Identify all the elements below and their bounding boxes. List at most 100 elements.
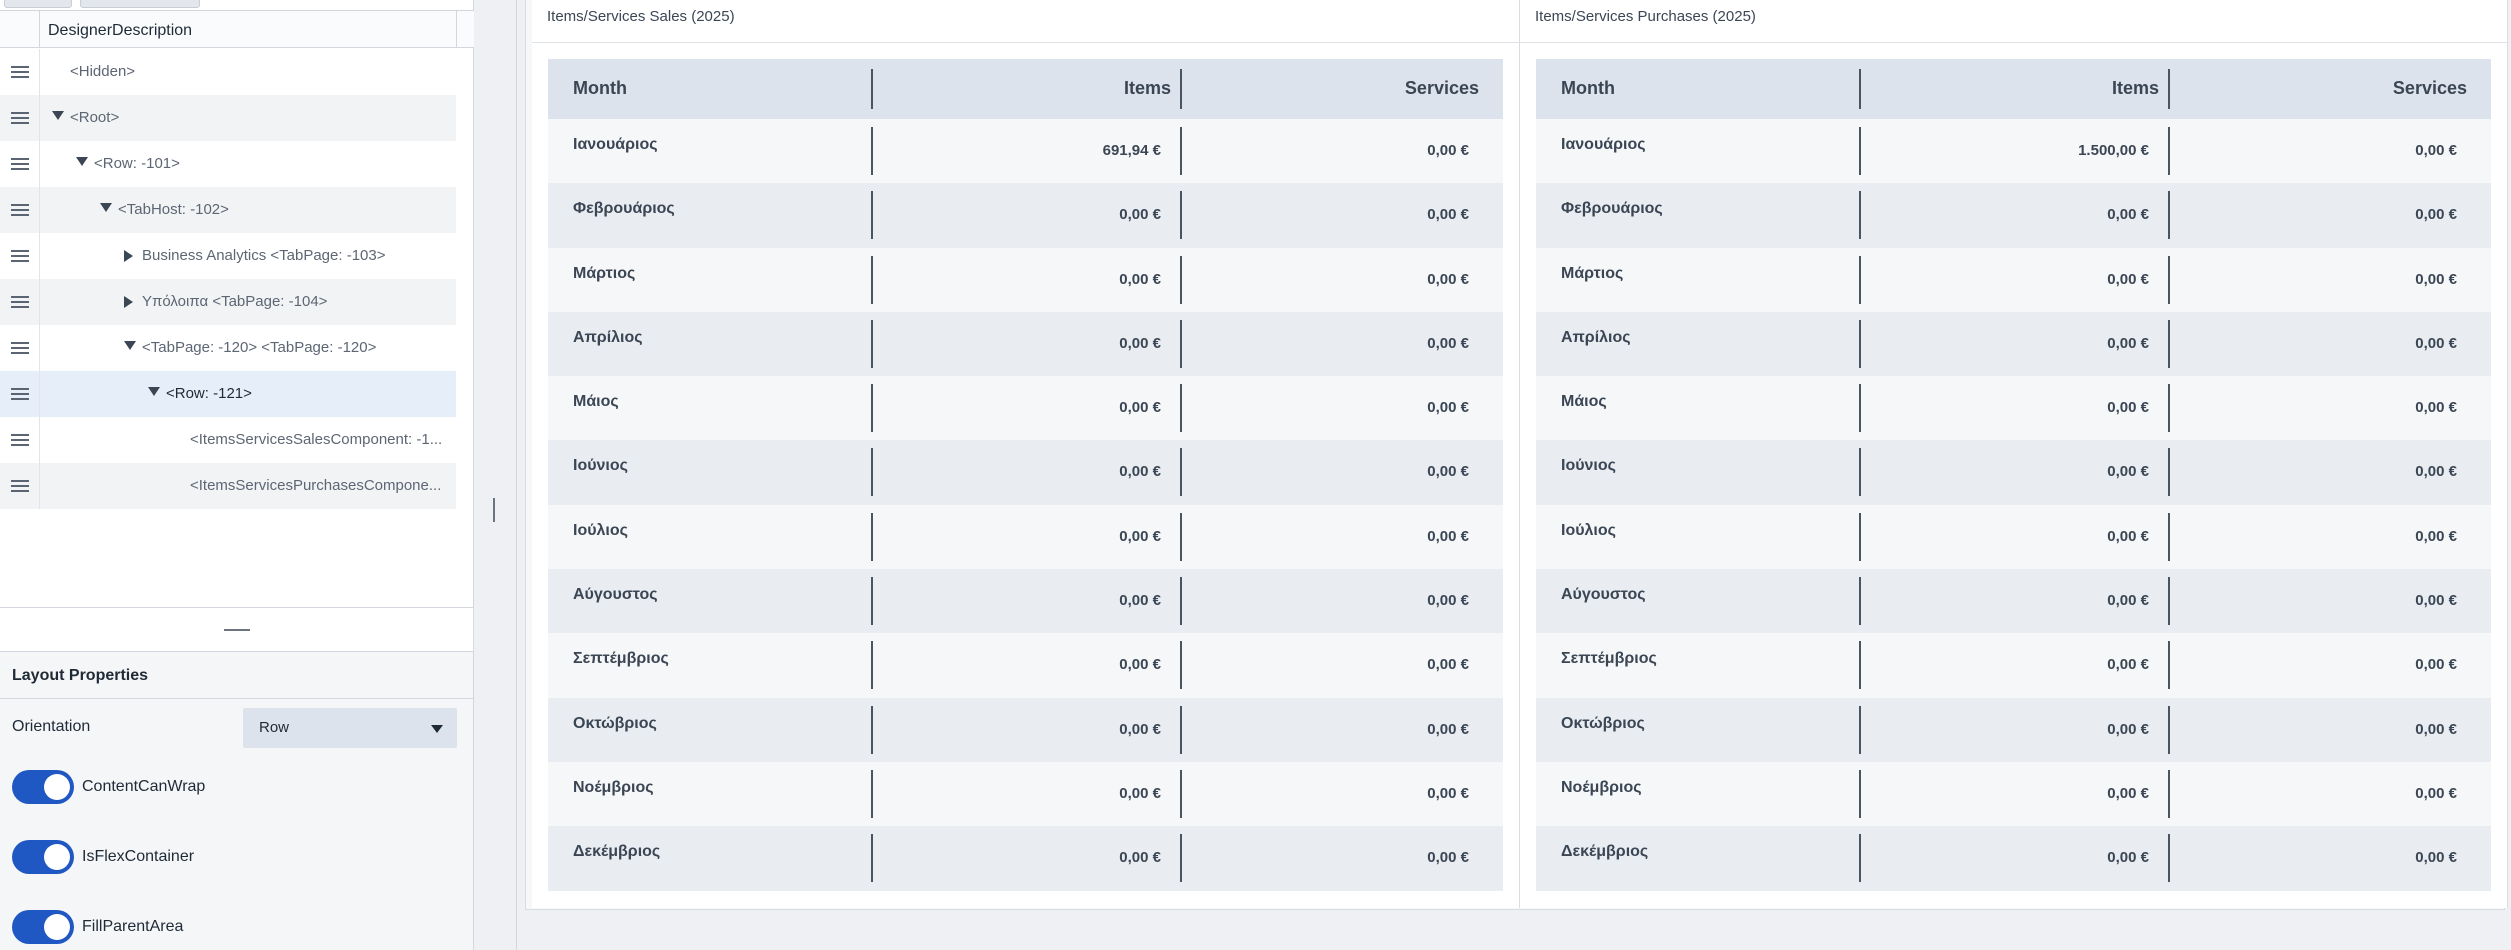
drag-handle-icon[interactable] — [0, 371, 40, 417]
collapse-arrow-icon[interactable] — [52, 111, 64, 120]
cell-divider — [1859, 834, 1861, 883]
items-cell: 0,00 € — [2107, 656, 2149, 674]
items-column-header[interactable]: Items — [1124, 78, 1171, 99]
items-cell: 0,00 € — [2107, 399, 2149, 417]
column-divider[interactable] — [1859, 69, 1861, 109]
drag-handle-icon[interactable] — [0, 325, 40, 371]
collapse-arrow-icon[interactable] — [148, 387, 160, 396]
items-column-header[interactable]: Items — [2112, 78, 2159, 99]
table-row[interactable]: Νοέμβριος 0,00 € 0,00 € — [548, 761, 1503, 827]
table-row[interactable]: Μάρτιος 0,00 € 0,00 € — [548, 247, 1503, 312]
month-cell: Σεπτέμβριος — [1561, 650, 1657, 668]
column-divider[interactable] — [456, 11, 457, 48]
table-row[interactable]: Αύγουστος 0,00 € 0,00 € — [1536, 569, 2491, 634]
table-row[interactable]: Μάρτιος 0,00 € 0,00 € — [1536, 247, 2491, 312]
month-cell: Αύγουστος — [573, 586, 658, 604]
column-divider[interactable] — [2168, 69, 2170, 109]
tree-row[interactable]: <TabPage: -120> <TabPage: -120> — [0, 325, 456, 371]
table-row[interactable]: Ιούνιος 0,00 € 0,00 € — [548, 440, 1503, 505]
orientation-select[interactable]: Row — [243, 708, 457, 748]
table-row[interactable]: Φεβρουάριος 0,00 € 0,00 € — [548, 183, 1503, 248]
services-column-header[interactable]: Services — [2393, 78, 2467, 99]
table-row[interactable]: Οκτώβριος 0,00 € 0,00 € — [548, 697, 1503, 762]
table-row[interactable]: Νοέμβριος 0,00 € 0,00 € — [1536, 761, 2491, 827]
table-row[interactable]: Φεβρουάριος 0,00 € 0,00 € — [1536, 183, 2491, 248]
table-row[interactable]: Απρίλιος 0,00 € 0,00 € — [548, 311, 1503, 377]
month-column-header[interactable]: Month — [1561, 78, 1615, 99]
toggle-switch-fillparentarea[interactable] — [12, 910, 74, 944]
toolbar-button-2[interactable] — [80, 0, 200, 8]
items-cell: 0,00 € — [1119, 784, 1161, 802]
drag-handle-icon[interactable] — [0, 463, 40, 509]
vertical-splitter-handle[interactable] — [493, 498, 495, 522]
table-row[interactable]: Ιούλιος 0,00 € 0,00 € — [1536, 504, 2491, 570]
drag-handle-icon[interactable] — [0, 279, 40, 325]
tree-row[interactable]: Business Analytics <TabPage: -103> — [0, 233, 456, 279]
services-cell: 0,00 € — [1427, 527, 1469, 545]
table-row[interactable]: Σεπτέμβριος 0,00 € 0,00 € — [1536, 633, 2491, 698]
tree-row-label: <Row: -121> — [166, 385, 252, 402]
table-row[interactable]: Αύγουστος 0,00 € 0,00 € — [548, 569, 1503, 634]
services-cell: 0,00 € — [2415, 463, 2457, 481]
items-cell: 0,00 € — [2107, 849, 2149, 867]
tree-row[interactable]: <ItemsServicesPurchasesCompone... — [0, 463, 456, 509]
collapse-arrow-icon[interactable] — [76, 157, 88, 166]
tree-row[interactable]: <ItemsServicesSalesComponent: -1... — [0, 417, 456, 463]
tree-row[interactable]: Υπόλοιπα <TabPage: -104> — [0, 279, 456, 325]
services-column-header[interactable]: Services — [1405, 78, 1479, 99]
drag-handle-icon[interactable] — [0, 417, 40, 463]
toggle-switch-contentcanwrap[interactable] — [12, 770, 74, 804]
table-row[interactable]: Μάιος 0,00 € 0,00 € — [1536, 376, 2491, 441]
month-cell: Μάιος — [573, 393, 619, 411]
table-row[interactable]: Ιανουάριος 1.500,00 € 0,00 € — [1536, 119, 2491, 184]
drag-handle-icon[interactable] — [0, 233, 40, 279]
expand-arrow-icon[interactable] — [124, 296, 133, 308]
services-cell: 0,00 € — [2415, 334, 2457, 352]
cell-divider — [871, 512, 873, 561]
tree-row-label: <ItemsServicesPurchasesCompone... — [190, 477, 442, 494]
month-cell: Απρίλιος — [573, 328, 643, 346]
tree-row[interactable]: <Row: -101> — [0, 141, 456, 187]
tree-row[interactable]: <Hidden> — [0, 49, 456, 95]
main-area: Items/Services Sales (2025) Month Items Se… — [516, 0, 2511, 950]
items-cell: 0,00 € — [1119, 720, 1161, 738]
toggle-switch-isflexcontainer[interactable] — [12, 840, 74, 874]
expand-arrow-icon[interactable] — [124, 250, 133, 262]
table-row[interactable]: Σεπτέμβριος 0,00 € 0,00 € — [548, 633, 1503, 698]
drag-handle-icon[interactable] — [0, 187, 40, 233]
table-row[interactable]: Οκτώβριος 0,00 € 0,00 € — [1536, 697, 2491, 762]
tree-row-label: <TabHost: -102> — [118, 201, 229, 218]
table-row[interactable]: Μάιος 0,00 € 0,00 € — [548, 376, 1503, 441]
collapse-arrow-icon[interactable] — [100, 203, 112, 212]
column-divider[interactable] — [1180, 69, 1182, 109]
horizontal-splitter-handle[interactable] — [224, 629, 250, 631]
tree-header: DesignerDescription — [0, 10, 474, 48]
designer-description-header[interactable]: DesignerDescription — [48, 22, 192, 40]
toolbar-button-1[interactable] — [4, 0, 72, 8]
divider — [532, 42, 1519, 43]
month-column-header[interactable]: Month — [573, 78, 627, 99]
table-row[interactable]: Απρίλιος 0,00 € 0,00 € — [1536, 311, 2491, 377]
services-cell: 0,00 € — [2415, 656, 2457, 674]
items-cell: 0,00 € — [2107, 334, 2149, 352]
table-row[interactable]: Δεκέμβριος 0,00 € 0,00 € — [548, 826, 1503, 891]
cell-divider — [2168, 319, 2170, 368]
drag-handle-icon[interactable] — [0, 49, 40, 95]
table-row[interactable]: Δεκέμβριος 0,00 € 0,00 € — [1536, 826, 2491, 891]
table-row[interactable]: Ιούνιος 0,00 € 0,00 € — [1536, 440, 2491, 505]
tree-row[interactable]: <Row: -121> — [0, 371, 456, 417]
drag-handle-icon[interactable] — [0, 141, 40, 187]
sales-card: Items/Services Sales (2025) Month Items Se… — [532, 0, 1520, 908]
drag-handle-icon[interactable] — [0, 95, 40, 141]
month-cell: Ιούλιος — [573, 521, 628, 539]
table-row[interactable]: Ιούλιος 0,00 € 0,00 € — [548, 504, 1503, 570]
tree-row[interactable]: <Root> — [0, 95, 456, 141]
month-cell: Αύγουστος — [1561, 586, 1646, 604]
collapse-arrow-icon[interactable] — [124, 341, 136, 350]
month-cell: Νοέμβριος — [1561, 778, 1642, 796]
tree-row[interactable]: <TabHost: -102> — [0, 187, 456, 233]
table-row[interactable]: Ιανουάριος 691,94 € 0,00 € — [548, 119, 1503, 184]
column-divider[interactable] — [871, 69, 873, 109]
cell-divider — [871, 769, 873, 818]
divider — [1520, 42, 2507, 43]
